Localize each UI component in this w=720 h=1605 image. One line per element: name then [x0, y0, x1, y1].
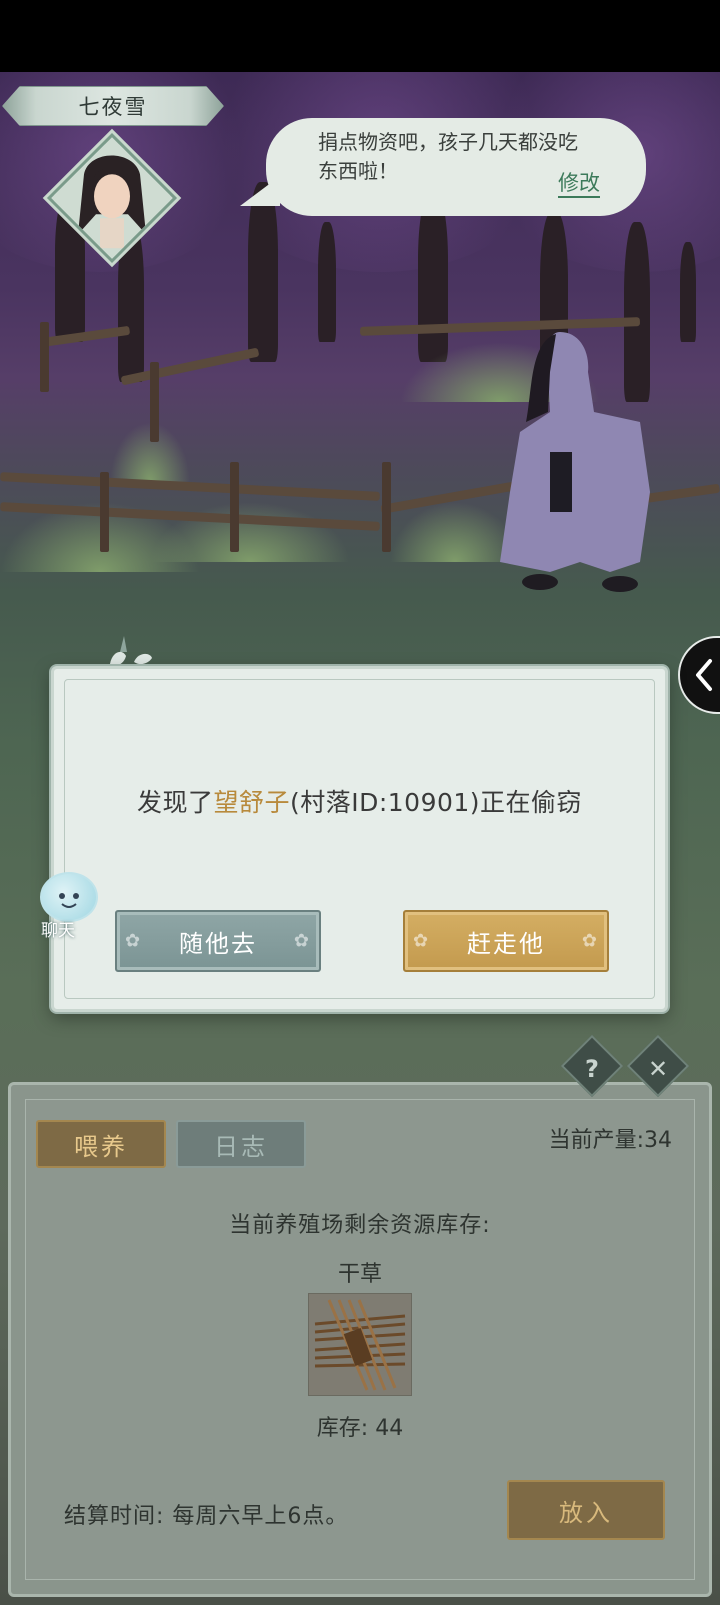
question-icon: ?	[585, 1054, 599, 1083]
npc-speech-text: 捐点物资吧，孩子几天都没吃东西啦！	[318, 130, 578, 183]
ignore-button[interactable]: ✿ 随他去 ✿	[115, 910, 321, 972]
item-stock: 库存: 44	[316, 1416, 404, 1441]
theft-alert-dialog: 发现了望舒子(村落ID:10901)正在偷窃 ✿ 随他去 ✿ ✿ 赶走他 ✿	[51, 666, 668, 1012]
tab-feed[interactable]: 喂养	[36, 1120, 166, 1168]
flower-ornament-icon: ✿	[293, 930, 311, 952]
theft-message-suffix: (村落ID:10901)正在偷窃	[289, 788, 583, 817]
chevron-left-icon	[696, 659, 712, 691]
chase-away-button[interactable]: ✿ 赶走他 ✿	[403, 910, 609, 972]
chase-away-button-label: 赶走他	[467, 929, 545, 958]
flower-ornament-icon: ✿	[413, 930, 431, 952]
flower-ornament-icon: ✿	[581, 930, 599, 952]
tab-log[interactable]: 日志	[176, 1120, 306, 1168]
item-name: 干草	[337, 1262, 382, 1287]
npc-name-tag: 七夜雪	[2, 86, 224, 126]
settlement-time: 结算时间: 每周六早上6点。	[64, 1504, 349, 1529]
stock-title: 当前养殖场剩余资源库存:	[229, 1213, 491, 1238]
theft-message-prefix: 发现了	[136, 788, 214, 817]
flower-ornament-icon: ✿	[125, 930, 143, 952]
thief-name: 望舒子	[213, 788, 290, 817]
current-production: 当前产量:34	[548, 1128, 672, 1153]
theft-message: 发现了望舒子(村落ID:10901)正在偷窃	[54, 783, 665, 819]
edit-speech-link[interactable]: 修改	[558, 170, 600, 198]
npc-speech-bubble: 捐点物资吧，孩子几天都没吃东西啦！ 修改	[266, 118, 646, 216]
chat-label[interactable]: 聊天	[41, 916, 75, 941]
status-bar	[0, 0, 720, 72]
npc-name: 七夜雪	[78, 95, 148, 119]
put-in-button[interactable]: 放入	[507, 1480, 665, 1540]
ignore-button-label: 随他去	[179, 929, 257, 958]
close-icon: ✕	[647, 1054, 669, 1083]
hay-bundle-icon[interactable]	[308, 1293, 412, 1396]
chat-icon[interactable]	[40, 872, 98, 922]
